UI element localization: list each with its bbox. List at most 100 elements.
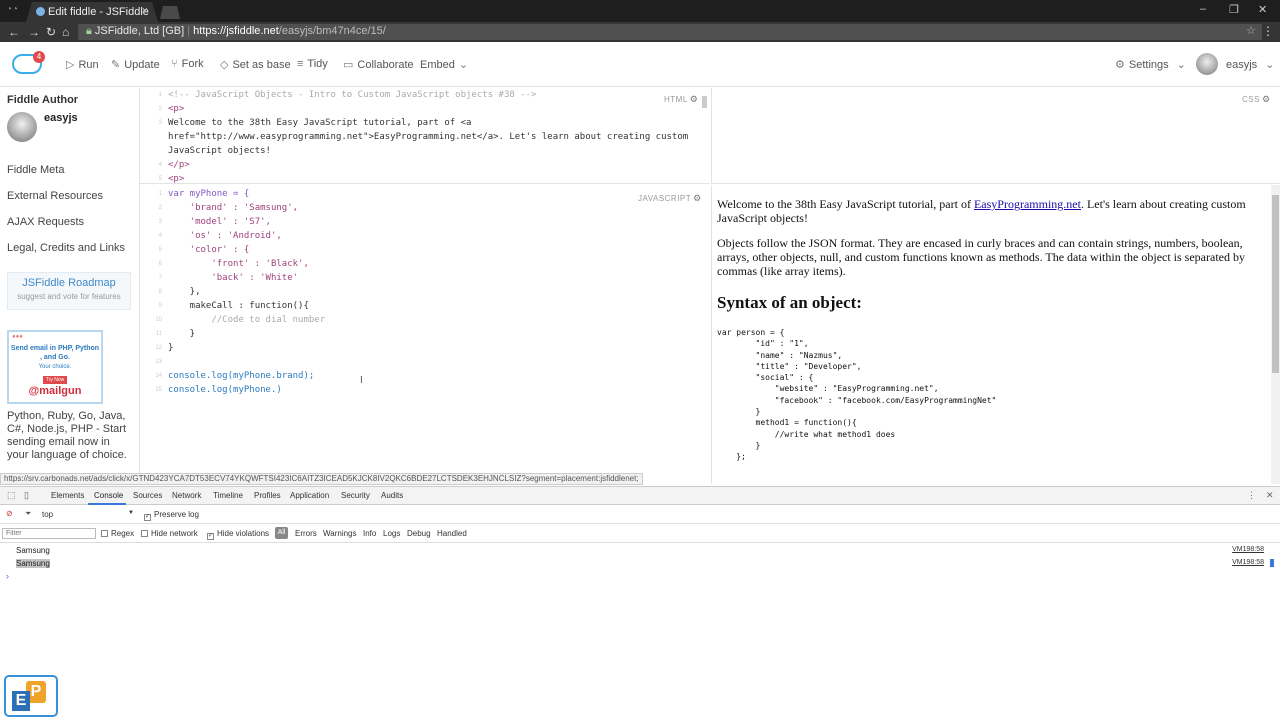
chevron-down-icon[interactable]: ▼	[128, 510, 134, 516]
tab-application[interactable]: Application	[290, 491, 329, 500]
css-editor[interactable]: CSS ⚙	[711, 88, 1280, 184]
play-icon: ▷	[66, 59, 75, 71]
console-log-source-link[interactable]: VM198:58	[1232, 546, 1264, 553]
ad-banner[interactable]: ●●● Send email in PHP, Python , and Go. …	[7, 330, 103, 404]
clear-console-icon[interactable]: ⊘	[6, 509, 13, 518]
minimize-icon[interactable]: –	[1200, 3, 1206, 15]
level-warnings-button[interactable]: Warnings	[323, 529, 357, 538]
home-icon[interactable]: ⌂	[62, 25, 69, 39]
level-errors-button[interactable]: Errors	[295, 529, 317, 538]
line-gutter: 1 2 3 4 5 6 7 8 9 10 11 12 13 14 15	[140, 185, 168, 485]
inspect-icon[interactable]: ⬚	[7, 490, 16, 501]
line-number: 9	[158, 303, 162, 309]
active-tab-indicator	[88, 503, 126, 505]
author-name[interactable]: easyjs	[44, 112, 78, 124]
url-input[interactable]: 🔒︎ JSFiddle, Ltd [GB] | https://jsfiddle…	[78, 24, 1262, 40]
level-all-button[interactable]: All	[275, 527, 288, 539]
tab-profiles[interactable]: Profiles	[254, 491, 281, 500]
level-logs-button[interactable]: Logs	[383, 529, 400, 538]
close-devtools-icon[interactable]: ✕	[1266, 490, 1274, 501]
filter-icon[interactable]: ⏷	[25, 509, 31, 519]
roadmap-box[interactable]: JSFiddle Roadmap suggest and vote for fe…	[7, 272, 131, 310]
preserve-log-checkbox[interactable]: ✓ Preserve log	[144, 510, 199, 521]
code-line: console.log(myPhone.brand);	[168, 371, 315, 381]
hide-network-checkbox[interactable]: Hide network	[141, 529, 198, 538]
chevron-down-icon: ⌄	[458, 59, 469, 71]
embed-button[interactable]: Embed ⌄	[420, 58, 472, 71]
bookmark-star-icon[interactable]: ☆	[1246, 24, 1256, 37]
tab-audits[interactable]: Audits	[381, 491, 403, 500]
devtools-panel: ⬚ ▯ Elements Console Sources Network Tim…	[0, 486, 1280, 720]
context-select[interactable]: top	[42, 510, 53, 519]
html-pane-label[interactable]: HTML ⚙	[664, 94, 698, 105]
html-scrollbar[interactable]	[702, 96, 707, 108]
console-log-source-link[interactable]: VM198:58	[1232, 559, 1264, 566]
code-line: href="http://www.easyprogramming.net">Ea…	[168, 132, 689, 142]
line-number: 7	[158, 275, 162, 281]
result-pane[interactable]: Welcome to the 38th Easy JavaScript tuto…	[711, 185, 1280, 484]
profile-icon[interactable]: ◔◔	[6, 4, 18, 15]
ad-text[interactable]: Python, Ruby, Go, Java, C#, Node.js, PHP…	[7, 410, 133, 462]
hide-violations-checkbox[interactable]: ✓ Hide violations	[207, 529, 269, 540]
run-button[interactable]: ▷ Run	[66, 58, 99, 71]
gear-icon[interactable]: ⚙	[693, 193, 702, 203]
forward-icon[interactable]: →	[28, 25, 40, 39]
code-line: 'front' : 'Black',	[168, 259, 309, 269]
javascript-pane-label[interactable]: JAVASCRIPT ⚙	[638, 193, 702, 204]
line-number: 4	[158, 233, 162, 239]
close-window-icon[interactable]: ✕	[1258, 3, 1267, 16]
gear-icon[interactable]: ⚙	[1262, 94, 1271, 104]
device-toolbar-icon[interactable]: ▯	[24, 490, 29, 501]
user-avatar[interactable]	[1196, 53, 1218, 75]
gear-icon: ⚙	[1115, 59, 1125, 71]
level-debug-button[interactable]: Debug	[407, 529, 431, 538]
tab-elements[interactable]: Elements	[51, 491, 84, 500]
result-code-block: var person = { "id" : "1", "name" : "Naz…	[717, 328, 997, 462]
user-menu-button[interactable]: easyjs ⌄	[1226, 58, 1278, 71]
line-number: 1	[158, 92, 162, 98]
author-avatar[interactable]	[7, 112, 37, 142]
easyprogramming-link[interactable]: EasyProgramming.net	[974, 197, 1081, 211]
update-button[interactable]: ✎ Update	[111, 58, 160, 71]
tidy-button[interactable]: ≡ Tidy	[297, 58, 328, 70]
browser-tab[interactable]: Edit fiddle - JSFiddle ×	[26, 2, 158, 22]
console-prompt[interactable]: ›	[6, 571, 9, 581]
set-as-base-button[interactable]: ◇ Set as base	[220, 58, 291, 71]
sidebar-item-fiddle-meta[interactable]: Fiddle Meta	[7, 164, 64, 176]
collaborate-button[interactable]: ▭ Collaborate	[343, 58, 414, 71]
sidebar-item-legal[interactable]: Legal, Credits and Links	[7, 242, 125, 254]
code-line: 'back' : 'White'	[168, 273, 299, 283]
settings-button[interactable]: ⚙ Settings ⌄	[1115, 58, 1190, 71]
level-handled-button[interactable]: Handled	[437, 529, 467, 538]
tab-console[interactable]: Console	[94, 491, 123, 500]
tab-timeline[interactable]: Timeline	[213, 491, 243, 500]
sidebar-item-ajax-requests[interactable]: AJAX Requests	[7, 216, 84, 228]
line-gutter: 1 2 3 4 5	[140, 88, 168, 183]
tab-network[interactable]: Network	[172, 491, 201, 500]
javascript-editor[interactable]: 1 2 3 4 5 6 7 8 9 10 11 12 13 14 15 var …	[140, 185, 710, 485]
browser-menu-icon[interactable]: ⋮	[1262, 24, 1274, 38]
line-number: 10	[155, 317, 162, 323]
level-info-button[interactable]: Info	[363, 529, 376, 538]
devtools-menu-icon[interactable]: ⋮	[1247, 490, 1256, 501]
restore-icon[interactable]: ❐	[1229, 3, 1239, 16]
sidebar-item-external-resources[interactable]: External Resources	[7, 190, 103, 202]
reload-icon[interactable]: ↻	[46, 25, 56, 39]
console-filter-input[interactable]	[2, 528, 96, 539]
new-tab-button[interactable]	[160, 6, 180, 19]
css-pane-label[interactable]: CSS ⚙	[1242, 94, 1271, 105]
fork-button[interactable]: ⑂ Fork	[171, 58, 204, 70]
regex-checkbox[interactable]: Regex	[101, 529, 134, 538]
scrollbar-thumb[interactable]	[1272, 195, 1279, 373]
back-icon[interactable]: ←	[8, 25, 20, 39]
close-tab-icon[interactable]: ×	[142, 5, 148, 17]
roadmap-subtitle: suggest and vote for features	[17, 292, 121, 301]
result-scrollbar[interactable]	[1271, 185, 1280, 484]
gear-icon[interactable]: ⚙	[690, 94, 699, 104]
html-editor[interactable]: 1 2 3 4 5 <!-- JavaScript Objects - Intr…	[140, 88, 710, 184]
tab-security[interactable]: Security	[341, 491, 370, 500]
ad-try-button[interactable]: Try Now	[42, 376, 68, 384]
tab-sources[interactable]: Sources	[133, 491, 162, 500]
code-line: //Code to dial number	[168, 315, 326, 325]
code-line: },	[168, 287, 201, 297]
